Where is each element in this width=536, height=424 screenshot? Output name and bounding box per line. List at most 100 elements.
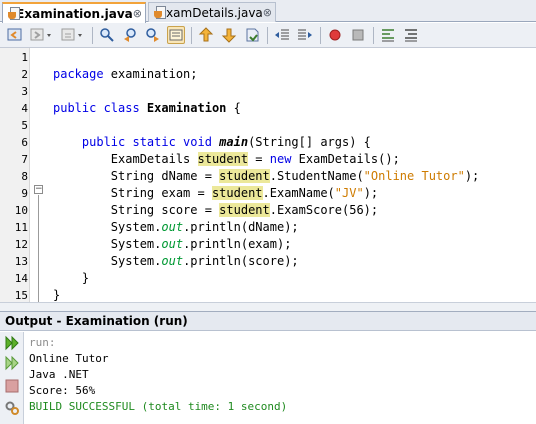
highlighted-occurrence: student [197,152,249,166]
forward-icon[interactable] [29,26,55,44]
code-token: = [248,152,270,166]
output-toolbar [0,332,24,424]
output-line: Java .NET [29,368,89,381]
stop-macro-icon[interactable] [349,26,367,44]
line-number: 7 [21,153,28,166]
output-console[interactable]: run: Online Tutor Java .NET Score: 56% BUILD… [25,332,536,424]
code-line: public static void main(String[] args) { [53,134,371,151]
close-tab-icon[interactable]: ⊗ [263,6,272,19]
toggle-highlight-icon[interactable] [167,26,185,44]
code-token: out [161,237,184,251]
code-token: .println(exam); [183,237,292,251]
code-token: .StudentName( [269,169,364,183]
code-token: package [53,67,111,81]
code-token: .ExamScore(56); [269,203,379,217]
start-macro-icon[interactable] [326,26,344,44]
code-token: "Online Tutor" [363,169,465,183]
fold-guide [38,195,39,319]
code-line: package examination; [53,66,198,83]
fold-collapse-icon[interactable]: − [34,185,43,194]
editor-tab-strip: Examination.java ⊗ ExamDetails.java ⊗ [0,0,536,23]
tab-examination-java[interactable]: Examination.java ⊗ [2,2,146,23]
stop-icon[interactable] [4,378,20,394]
comment-icon[interactable] [379,26,397,44]
toolbar-separator [92,26,93,44]
code-token: ); [363,186,379,200]
line-number: 1 [21,51,28,64]
close-tab-icon[interactable]: ⊗ [133,7,142,20]
line-number: 4 [21,102,28,115]
code-token: .println(score); [183,254,299,268]
code-token: examination; [110,67,198,81]
line-number: 6 [21,136,28,149]
line-number: 12 [14,238,28,251]
code-token: public class [53,101,147,115]
find-next-icon[interactable] [144,26,162,44]
uncomment-icon[interactable] [402,26,420,44]
code-token: System. [53,220,162,234]
code-line: String score = student.ExamScore(56); [53,202,378,219]
line-number: 11 [14,221,28,234]
java-file-icon [8,6,20,21]
output-line: run: [29,336,56,349]
tab-examdetails-java[interactable]: ExamDetails.java ⊗ [148,2,276,22]
code-token: ); [464,169,480,183]
code-line: System.out.println(dName); [53,219,299,236]
line-number: 13 [14,255,28,268]
tab-label: Examination.java [16,6,133,21]
code-token: } [53,288,61,302]
code-token: .println(dName); [183,220,299,234]
output-line: BUILD SUCCESSFUL (total time: 1 second) [29,400,288,413]
output-title: Output - Examination (run) [5,314,188,328]
output-line: Online Tutor [29,352,109,365]
back-icon[interactable] [6,26,24,44]
fold-column [30,48,44,302]
history-icon[interactable] [60,26,86,44]
rerun-icon[interactable] [4,335,20,351]
code-token: out [161,254,184,268]
line-number-gutter: 1 2 3 4 5 6 7 8 9 10 11 12 13 14 15 [0,48,30,302]
shift-left-icon[interactable] [273,26,291,44]
find-selection-icon[interactable] [98,26,116,44]
toolbar-separator [267,26,268,44]
code-line: } [53,270,89,287]
code-token: new [269,152,292,166]
toggle-bookmark-icon[interactable] [243,26,261,44]
line-number: 10 [14,204,28,217]
code-token: main [219,135,249,149]
toolbar-separator [373,26,374,44]
code-token: public static void [53,135,220,149]
panel-splitter[interactable] [0,302,536,311]
line-number: 9 [21,187,28,200]
code-token: "JV" [334,186,364,200]
previous-bookmark-icon[interactable] [197,26,215,44]
code-token: Examination [146,101,227,115]
code-token: (String[] args) { [248,135,371,149]
tab-label: ExamDetails.java [158,5,263,20]
toolbar-separator [320,26,321,44]
code-token: System. [53,237,162,251]
code-token: } [53,271,90,285]
code-editor[interactable]: 1 2 3 4 5 6 7 8 9 10 11 12 13 14 15 − package examinat… [0,48,536,319]
rerun-with-options-icon[interactable] [4,355,20,371]
code-line: ExamDetails student = new ExamDetails(); [53,151,400,168]
code-token: { [226,101,241,115]
line-number: 8 [21,170,28,183]
code-token: ExamDetails(); [291,152,400,166]
line-number: 5 [21,119,28,132]
code-token: String dName = [53,169,220,183]
code-token: String exam = [53,186,212,200]
shift-right-icon[interactable] [296,26,314,44]
code-token: .ExamName( [262,186,335,200]
code-token: out [161,220,184,234]
toolbar-separator [191,26,192,44]
output-line: Score: 56% [29,384,96,397]
find-previous-icon[interactable] [121,26,139,44]
highlighted-occurrence: student [211,186,263,200]
code-line: String exam = student.ExamName("JV"); [53,185,378,202]
code-line: String dName = student.StudentName("Onli… [53,168,479,185]
code-line: public class Examination { [53,100,241,117]
settings-icon[interactable] [4,400,20,416]
next-bookmark-icon[interactable] [220,26,238,44]
code-token: ExamDetails [53,152,198,166]
